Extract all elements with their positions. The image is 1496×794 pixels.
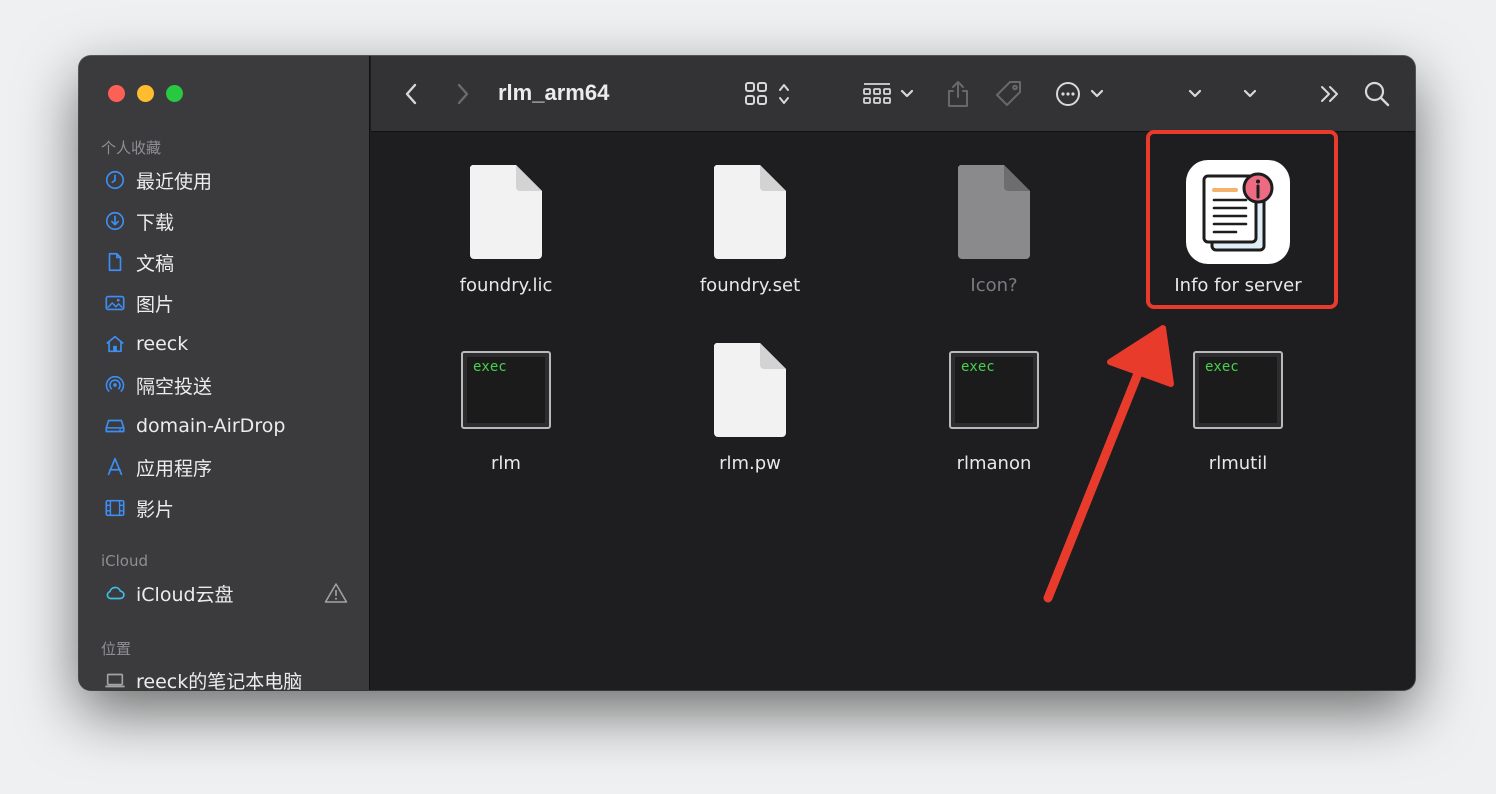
red-arrow-annotation: [1043, 325, 1174, 603]
